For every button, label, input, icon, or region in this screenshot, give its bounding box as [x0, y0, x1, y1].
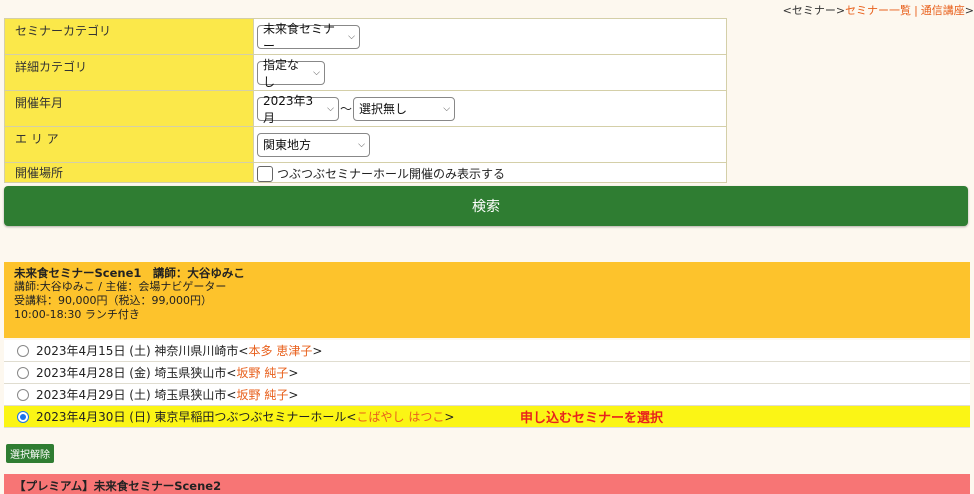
date-range-tilde: 〜 [340, 102, 353, 116]
seminar-scene2-header: 【プレミアム】未来食セミナーScene2 [4, 474, 970, 494]
area-select[interactable]: 関東地方 ⌵ [257, 132, 370, 157]
seminar-title: 未来食セミナーScene1 講師：大谷ゆみこ [14, 266, 245, 280]
area-label: エ リ ア [4, 126, 254, 163]
correspondence-course-link[interactable]: 通信講座 [921, 4, 965, 17]
seminar-organizer: 講師:大谷ゆみこ / 主催：会場ナビゲーター [14, 280, 227, 293]
chevron-down-icon: ⌵ [443, 103, 451, 114]
radio-button[interactable] [17, 388, 29, 401]
detail-category-label: 詳細カテゴリ [4, 54, 254, 91]
seminar-date-list: 2023年4月15日 (土) 神奈川県川崎市< 本多 恵津子 > 2023年4月28… [4, 340, 970, 428]
seminar-scene1-header: 未来食セミナーScene1 講師：大谷ゆみこ 講師:大谷ゆみこ / 主催：会場ナ… [4, 262, 970, 338]
detail-category-select[interactable]: 指定なし ⌵ [257, 58, 325, 89]
seminar-date-row[interactable]: 2023年4月29日 (土) 埼玉県狭山市< 坂野 純子 > [4, 384, 970, 406]
date-from-select[interactable]: 2023年3月 ⌵ [257, 94, 339, 125]
breadcrumb-nav: <セミナー>セミナー一覧 | 通信講座> [783, 2, 974, 18]
teacher-link[interactable]: こばやし はつこ [357, 408, 445, 425]
radio-button[interactable] [17, 344, 29, 357]
category-select[interactable]: 未来食セミナー ⌵ [257, 22, 360, 53]
nav-prefix: <セミナー> [782, 4, 846, 17]
seminar-fee: 受講料：90,000円（税込：99,000円） [14, 294, 212, 307]
date-to-select[interactable]: 選択無し ⌵ [353, 96, 456, 121]
venue-checkbox-label[interactable]: つぶつぶセミナーホール開催のみ表示する [277, 167, 505, 181]
chevron-down-icon: ⌵ [313, 67, 320, 78]
nav-suffix: > [964, 4, 974, 17]
venue-checkbox[interactable] [257, 165, 273, 182]
chevron-down-icon: ⌵ [358, 139, 365, 150]
teacher-link[interactable]: 本多 恵津子 [249, 342, 313, 359]
venue-label: 開催場所 [4, 162, 254, 183]
select-seminar-hint: 申し込むセミナーを選択 [520, 411, 664, 426]
seminar-date-row[interactable]: 2023年4月15日 (土) 神奈川県川崎市< 本多 恵津子 > [4, 340, 970, 362]
radio-button[interactable] [17, 366, 29, 379]
chevron-down-icon: ⌵ [348, 31, 355, 42]
search-filter-table: セミナーカテゴリ 未来食セミナー ⌵ 詳細カテゴリ 指定なし ⌵ 開催年月 2023… [4, 18, 727, 183]
search-button[interactable]: 検索 [4, 186, 968, 226]
teacher-link[interactable]: 坂野 純子 [237, 364, 289, 381]
seminar-date-row[interactable]: 2023年4月28日 (金) 埼玉県狭山市< 坂野 純子 > [4, 362, 970, 384]
seminar-list-link[interactable]: セミナー一覧 [845, 4, 911, 17]
teacher-link[interactable]: 坂野 純子 [237, 386, 289, 403]
clear-selection-button[interactable]: 選択解除 [6, 444, 54, 463]
seminar-date-row-selected[interactable]: 2023年4月30日 (日) 東京早稲田つぶつぶセミナーホール< こばやし はつこ… [4, 406, 970, 428]
nav-separator: | [914, 4, 918, 17]
date-label: 開催年月 [4, 90, 254, 127]
chevron-down-icon: ⌵ [327, 103, 334, 114]
radio-button-checked[interactable] [17, 410, 29, 423]
category-label: セミナーカテゴリ [4, 18, 254, 55]
seminar-time: 10:00-18:30 ランチ付き [14, 308, 140, 321]
